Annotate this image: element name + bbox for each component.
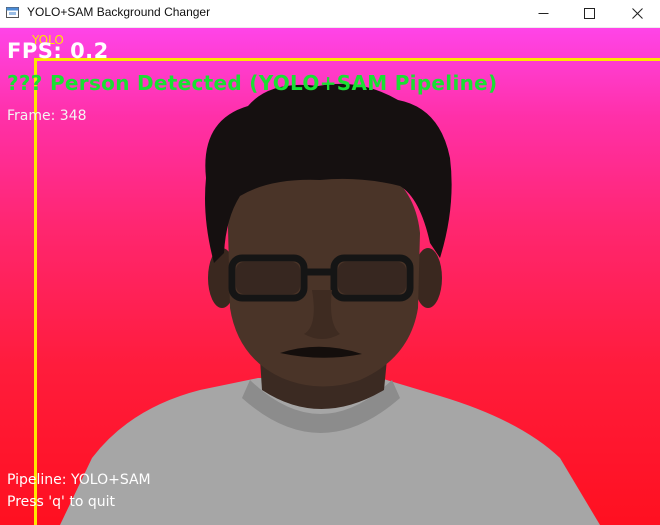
minimize-button[interactable] [520, 0, 566, 27]
app-icon [6, 7, 19, 18]
detection-bounding-box [34, 58, 660, 525]
maximize-icon [583, 8, 595, 19]
detection-status: ??? Person Detected (YOLO+SAM Pipeline) [7, 71, 498, 95]
fps-readout: FPS: 0.2 [7, 39, 109, 63]
close-icon [631, 8, 643, 19]
window-titlebar: YOLO+SAM Background Changer [0, 0, 660, 28]
frame-counter: Frame: 348 [7, 108, 87, 124]
close-button[interactable] [614, 0, 660, 27]
video-frame: YOLO FPS: 0.2 ??? Person Detected (YOLO+… [0, 28, 660, 525]
quit-hint: Press 'q' to quit [7, 494, 115, 510]
maximize-button[interactable] [566, 0, 612, 27]
pipeline-label: Pipeline: YOLO+SAM [7, 472, 151, 488]
window-title: YOLO+SAM Background Changer [27, 5, 211, 19]
minimize-icon [538, 13, 548, 14]
